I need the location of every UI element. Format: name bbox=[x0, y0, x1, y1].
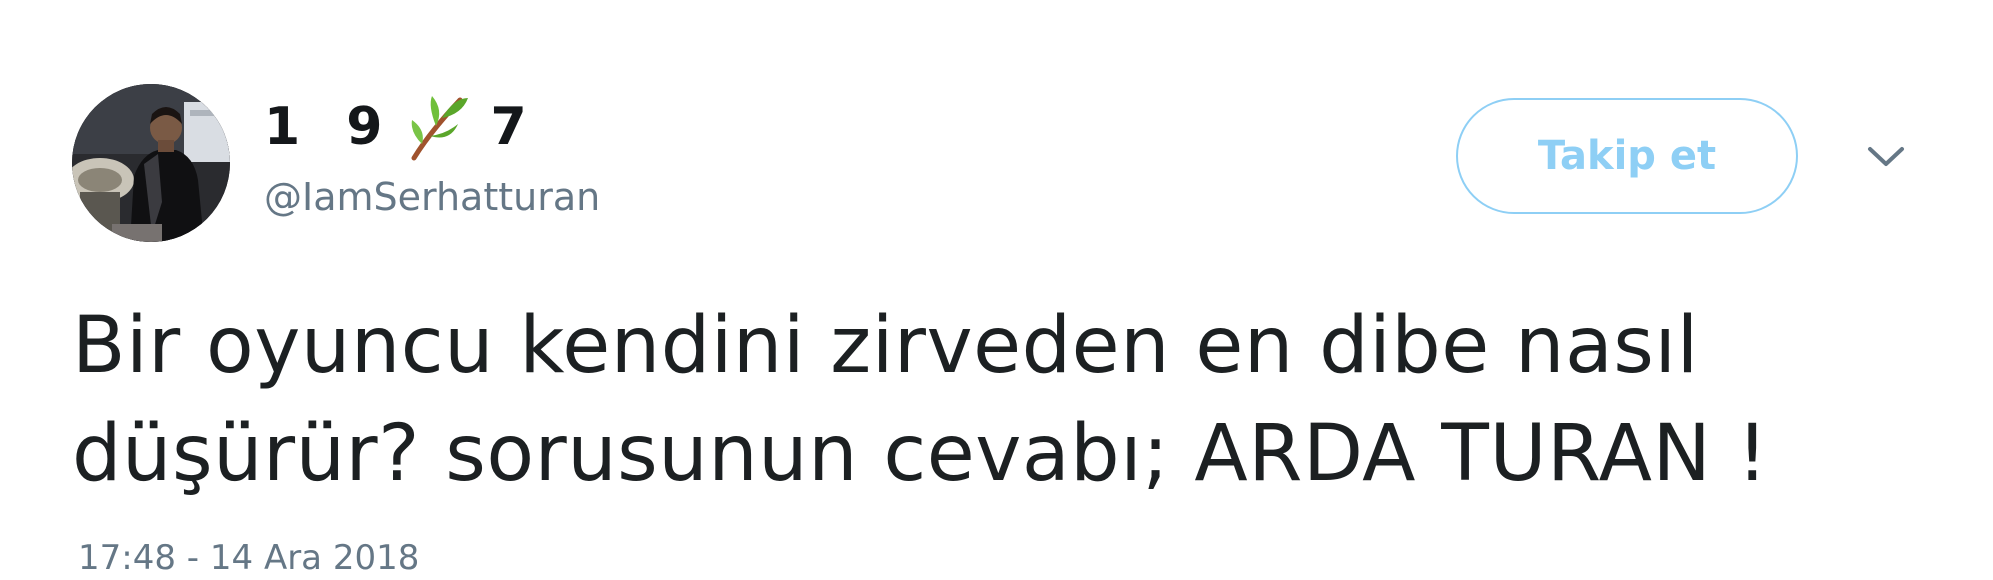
display-name-part-2: 7 bbox=[490, 97, 541, 157]
tweet-card: 1 9 7 @IamSerhatturan Takip et Bir oyunc… bbox=[0, 0, 1993, 578]
follow-button[interactable]: Takip et bbox=[1456, 98, 1798, 214]
tweet-text: Bir oyuncu kendini zirveden en dibe nası… bbox=[72, 292, 1932, 508]
tweet-text-line-2: düşürür? sorusunun cevabı; ARDA TURAN ! bbox=[72, 409, 1769, 499]
avatar-photo-icon bbox=[72, 84, 230, 242]
tweet-timestamp[interactable]: 17:48 - 14 Ara 2018 bbox=[78, 536, 419, 580]
user-display-name[interactable]: 1 9 7 bbox=[264, 92, 541, 162]
user-handle[interactable]: @IamSerhatturan bbox=[264, 172, 600, 222]
tweet-text-line-1: Bir oyuncu kendini zirveden en dibe nası… bbox=[72, 301, 1699, 391]
herb-icon bbox=[402, 92, 472, 162]
user-avatar[interactable] bbox=[72, 84, 230, 242]
display-name-part-1: 1 9 bbox=[264, 97, 397, 157]
chevron-down-icon[interactable] bbox=[1862, 140, 1910, 174]
